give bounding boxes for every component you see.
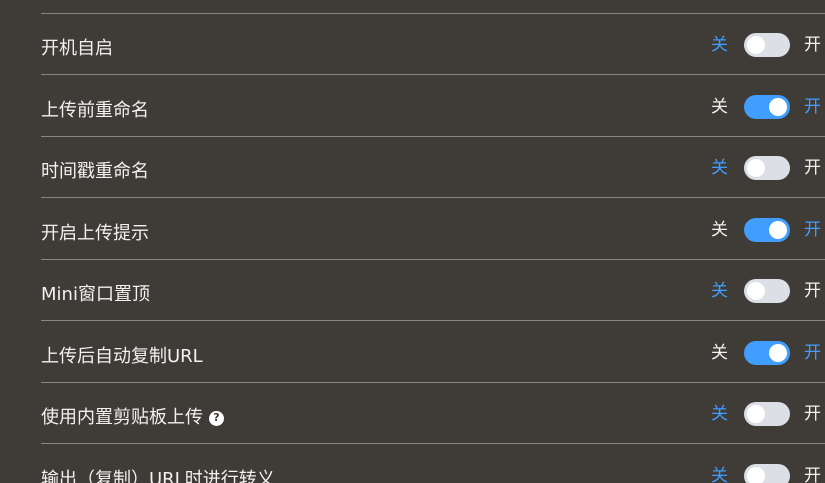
question-circle-icon[interactable]: ? (209, 410, 224, 426)
setting-label-text: 上传后自动复制URL (41, 345, 203, 367)
setting-row: 输出（复制）URL时进行转义关开 (41, 445, 825, 483)
setting-label: Mini窗口置顶 (41, 282, 150, 308)
setting-row: Mini窗口置顶关开 (41, 260, 825, 321)
toggle-off-label[interactable]: 关 (711, 218, 744, 242)
toggle-off-label[interactable]: 关 (711, 33, 744, 57)
setting-row: 使用内置剪贴板上传? 关开 (41, 383, 825, 444)
toggle-off-label[interactable]: 关 (711, 464, 744, 483)
setting-label: 开启上传提示 (41, 221, 149, 247)
toggle-on-label[interactable]: 开 (804, 279, 821, 303)
toggle-switch[interactable] (744, 217, 790, 242)
toggle-switch-group: 关开 (711, 156, 821, 180)
setting-label-text: 开机自启 (41, 38, 113, 59)
toggle-knob (769, 97, 787, 116)
toggle-on-label[interactable]: 开 (804, 464, 821, 483)
setting-row: 开启上传提示关开 (41, 199, 825, 260)
setting-label-text: 使用内置剪贴板上传 (41, 407, 203, 428)
toggle-on-label[interactable]: 开 (804, 218, 821, 242)
toggle-knob (747, 282, 765, 300)
setting-label: 开机自启 (41, 36, 113, 62)
setting-row: 上传后自动复制URL 关开 (41, 322, 825, 383)
setting-label-text: 开启上传提示 (41, 222, 149, 244)
toggle-on-label[interactable]: 开 (804, 341, 821, 365)
setting-label: 使用内置剪贴板上传? (41, 405, 224, 431)
toggle-off-label[interactable]: 关 (711, 279, 744, 303)
setting-row: 时间戳重命名关开 (41, 137, 825, 198)
setting-row: 上传前重命名关开 (41, 76, 825, 137)
toggle-off-label[interactable]: 关 (711, 95, 744, 119)
toggle-off-label[interactable]: 关 (711, 341, 744, 365)
toggle-switch-group: 关开 (711, 279, 821, 303)
toggle-switch[interactable] (744, 156, 790, 180)
toggle-switch-group: 关开 (711, 402, 821, 426)
toggle-on-label[interactable]: 开 (804, 95, 821, 119)
toggle-switch-group: 关开 (711, 94, 821, 119)
toggle-switch[interactable] (744, 340, 790, 365)
toggle-off-label[interactable]: 关 (711, 156, 744, 180)
setting-label-text: Mini窗口置顶 (41, 284, 150, 305)
setting-label: 时间戳重命名 (41, 159, 149, 185)
toggle-knob (747, 405, 765, 423)
toggle-knob (769, 220, 787, 239)
toggle-switch[interactable] (744, 463, 790, 483)
setting-label: 上传后自动复制URL (41, 344, 203, 370)
toggle-knob (747, 36, 765, 54)
toggle-on-label[interactable]: 开 (804, 33, 821, 57)
setting-label-text: 上传前重命名 (41, 99, 149, 121)
setting-row: 开机自启关开 (41, 14, 825, 75)
toggle-switch-group: 关开 (711, 463, 821, 483)
setting-label-text: 输出（复制）URL时进行转义 (41, 468, 275, 483)
setting-label-text: 时间戳重命名 (41, 161, 149, 182)
toggle-knob (769, 343, 787, 362)
toggle-switch-group: 关开 (711, 340, 821, 365)
toggle-knob (747, 466, 765, 483)
toggle-off-label[interactable]: 关 (711, 402, 744, 426)
toggle-switch-group: 关开 (711, 217, 821, 242)
toggle-switch[interactable] (744, 279, 790, 303)
toggle-on-label[interactable]: 开 (804, 156, 821, 180)
toggle-switch[interactable] (744, 33, 790, 57)
setting-label: 输出（复制）URL时进行转义 (41, 467, 275, 483)
toggle-switch[interactable] (744, 94, 790, 119)
toggle-switch[interactable] (744, 402, 790, 426)
toggle-switch-group: 关开 (711, 33, 821, 57)
setting-label: 上传前重命名 (41, 98, 149, 124)
toggle-on-label[interactable]: 开 (804, 402, 821, 426)
settings-panel: 开机自启关开上传前重命名关开时间戳重命名关开开启上传提示关开 Mini窗口置顶关开… (0, 0, 825, 483)
toggle-knob (747, 159, 765, 177)
